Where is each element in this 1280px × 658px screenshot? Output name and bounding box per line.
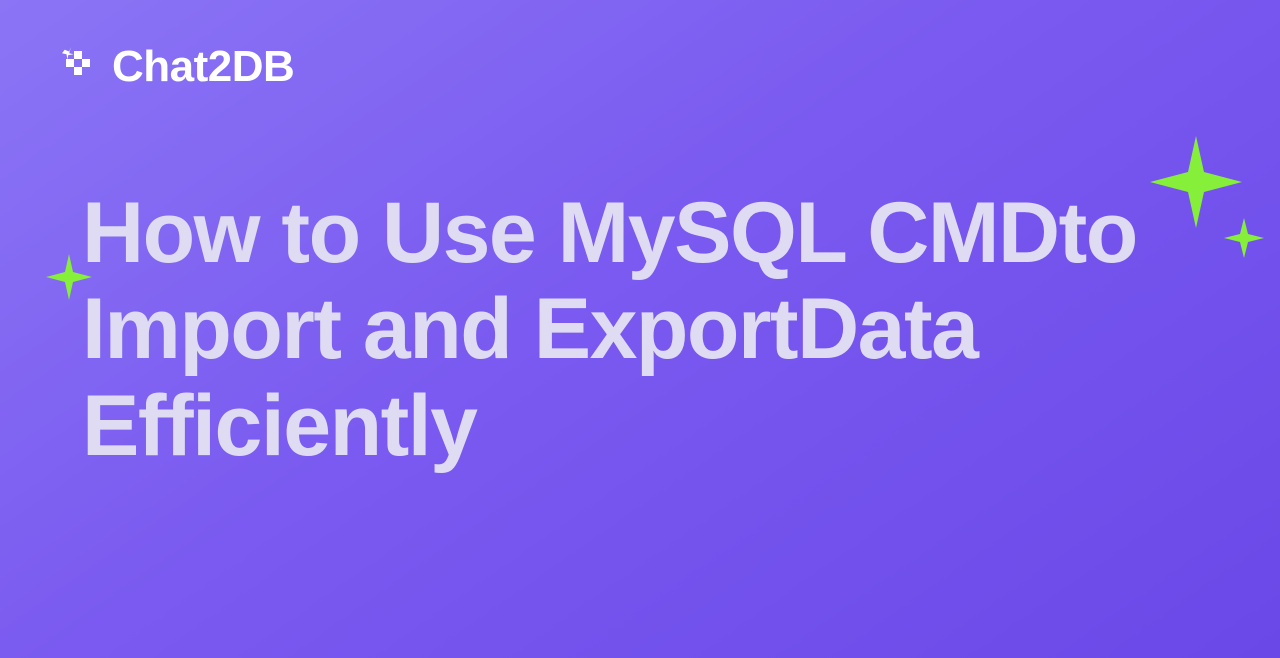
brand-logo-icon <box>60 45 100 90</box>
sparkle-icon <box>46 254 92 305</box>
hero-headline: How to Use MySQL CMDto Import and Export… <box>82 185 1220 474</box>
sparkle-icon <box>1224 218 1264 263</box>
brand-lockup: Chat2DB <box>60 42 294 92</box>
brand-name: Chat2DB <box>112 42 294 92</box>
